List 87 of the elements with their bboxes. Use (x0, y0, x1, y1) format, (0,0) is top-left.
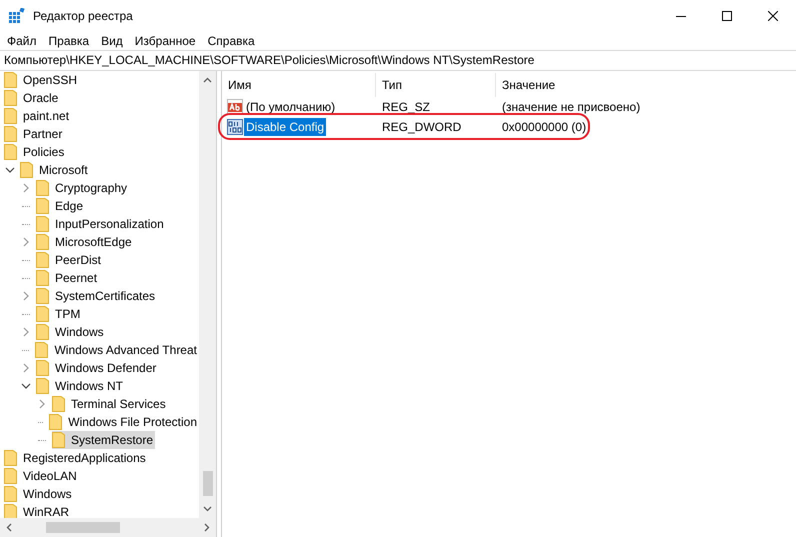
folder-icon (36, 324, 49, 340)
value-type: REG_SZ (381, 100, 432, 114)
folder-icon (36, 180, 49, 196)
tree-item[interactable]: Terminal Services (52, 395, 168, 413)
menu-item[interactable]: Вид (95, 34, 129, 48)
expand-chevron-icon[interactable] (21, 183, 31, 193)
menu-item[interactable]: Правка (42, 34, 96, 48)
tree-item[interactable]: OpenSSH (4, 71, 80, 89)
folder-icon (20, 162, 33, 178)
scroll-thumb[interactable] (202, 471, 212, 496)
menu-item[interactable]: Избранное (128, 34, 202, 48)
folder-icon (36, 288, 49, 304)
tree-item[interactable]: InputPersonalization (36, 215, 166, 233)
folder-icon (4, 450, 17, 466)
tree-item[interactable]: Windows (4, 485, 74, 503)
folder-icon (49, 414, 62, 430)
tree-item[interactable]: Cryptography (36, 179, 130, 197)
value-type: REG_DWORD (381, 120, 462, 134)
folder-icon (52, 432, 65, 448)
expand-chevron-icon[interactable] (21, 363, 31, 373)
string-value-icon (227, 99, 243, 115)
column-header[interactable]: Значение (496, 73, 796, 97)
tree-item[interactable]: VideoLAN (4, 467, 79, 485)
folder-icon (36, 234, 49, 250)
tree-item[interactable]: Windows Advanced Threat (35, 341, 199, 359)
value-data: (значение не присвоено) (501, 100, 642, 114)
scroll-up-icon[interactable] (203, 77, 212, 83)
tree-item[interactable]: WinRAR (4, 503, 72, 518)
tree-item[interactable]: TPM (36, 305, 82, 323)
folder-icon (52, 396, 65, 412)
tree-item[interactable]: Windows (36, 323, 106, 341)
tree-item[interactable]: Windows Defender (36, 359, 158, 377)
folder-icon (4, 144, 17, 160)
registry-icon (9, 8, 25, 24)
folder-icon (35, 342, 48, 358)
folder-icon (4, 126, 17, 142)
tree-item[interactable]: Windows File Protection (49, 413, 199, 431)
menu-item[interactable]: Файл (1, 34, 43, 48)
expand-chevron-icon[interactable] (21, 327, 31, 337)
tree-item[interactable]: Microsoft (20, 161, 90, 179)
value-name[interactable]: (По умолчанию) (244, 98, 338, 116)
folder-icon (36, 270, 49, 286)
folder-icon (4, 72, 17, 88)
folder-icon (4, 468, 17, 484)
tree-item[interactable]: SystemCertificates (36, 287, 158, 305)
folder-icon (4, 486, 17, 502)
tree-item[interactable]: paint.net (4, 107, 72, 125)
value-data: 0x00000000 (0) (501, 120, 588, 134)
folder-icon (36, 252, 49, 268)
horizontal-scrollbar[interactable] (0, 518, 216, 537)
close-icon (768, 10, 778, 20)
tree-item[interactable]: Windows NT (36, 377, 126, 395)
expand-chevron-icon[interactable] (21, 291, 31, 301)
tree-item[interactable]: PeerDist (36, 251, 104, 269)
expand-chevron-icon[interactable] (37, 399, 47, 409)
tree-item[interactable]: MicrosoftEdge (36, 233, 134, 251)
tree-item[interactable]: Partner (4, 125, 64, 143)
column-header[interactable]: Имя (222, 73, 376, 97)
tree-item[interactable]: Policies (4, 143, 66, 161)
folder-icon (36, 216, 49, 232)
binary-value-icon (227, 119, 243, 135)
folder-icon (4, 108, 17, 124)
scroll-thumb[interactable] (46, 522, 120, 533)
collapse-chevron-icon[interactable] (5, 165, 15, 175)
column-header[interactable]: Тип (376, 73, 496, 97)
folder-icon (36, 198, 49, 214)
maximize-icon (722, 10, 732, 20)
folder-icon (36, 306, 49, 322)
folder-icon (36, 360, 49, 376)
tree-item[interactable]: Edge (36, 197, 86, 215)
window-title: Редактор реестра (33, 8, 133, 22)
value-name[interactable]: Disable Config (244, 118, 326, 136)
folder-icon (4, 90, 17, 106)
scroll-right-icon[interactable] (204, 523, 210, 532)
folder-icon (4, 504, 17, 518)
scroll-left-icon[interactable] (6, 523, 12, 532)
folder-icon (36, 378, 49, 394)
tree-item[interactable]: RegisteredApplications (4, 449, 148, 467)
tree-item[interactable]: Peernet (36, 269, 100, 287)
vertical-scrollbar[interactable] (199, 71, 216, 518)
menu-item[interactable]: Справка (202, 34, 261, 48)
address-field[interactable]: Компьютер\HKEY_LOCAL_MACHINE\SOFTWARE\Policies\Microsoft\Windows NT\SystemRestore (0, 50, 796, 71)
scroll-down-icon[interactable] (203, 506, 212, 512)
tree-item[interactable]: SystemRestore (52, 431, 156, 449)
collapse-chevron-icon[interactable] (21, 381, 31, 391)
tree-item[interactable]: Oracle (4, 89, 60, 107)
expand-chevron-icon[interactable] (21, 237, 31, 247)
